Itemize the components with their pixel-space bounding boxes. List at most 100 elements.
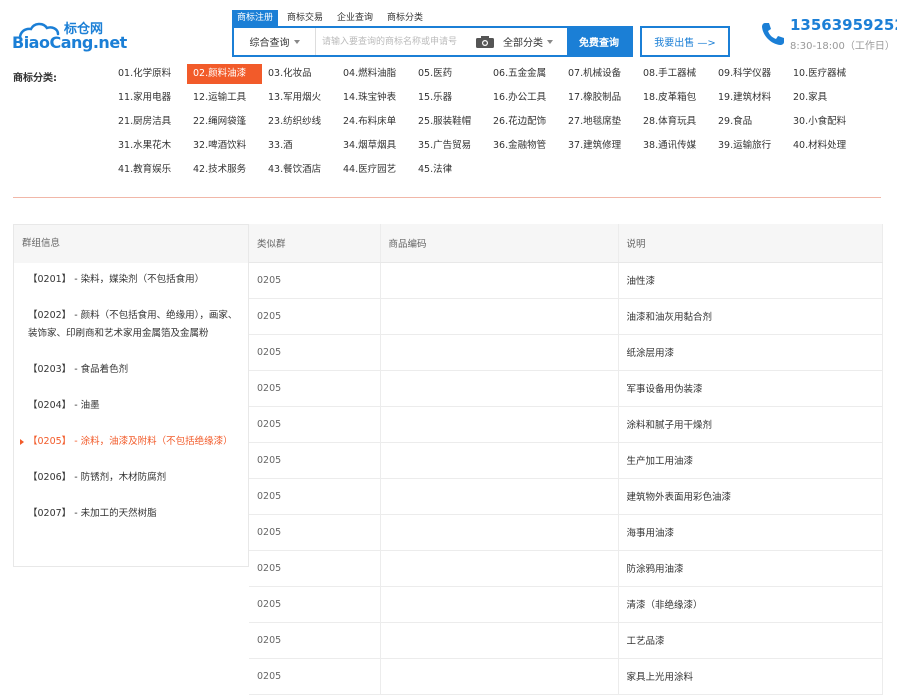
goods-code-cell (380, 370, 619, 407)
category-item[interactable]: 18.皮革箱包 (637, 88, 712, 108)
similar-group-cell: 0205 (249, 514, 381, 551)
category-item[interactable]: 10.医疗器械 (787, 64, 862, 84)
category-item[interactable]: 27.地毯席垫 (562, 112, 637, 132)
group-item[interactable]: 【0203】 - 食品着色剂 (14, 353, 248, 389)
table-row: 0205 油漆和油灰用黏合剂 (249, 298, 883, 335)
category-item[interactable]: 40.材料处理 (787, 136, 862, 156)
description-cell: 家具上光用涂料 (618, 658, 883, 695)
group-item[interactable]: 【0204】 - 油墨 (14, 389, 248, 425)
category-item[interactable]: 34.烟草烟具 (337, 136, 412, 156)
table-row: 0205 工艺品漆 (249, 622, 883, 659)
category-item[interactable]: 45.法律 (412, 160, 487, 180)
goods-code-cell (380, 550, 619, 587)
category-item[interactable]: 23.纺织纱线 (262, 112, 337, 132)
category-item[interactable]: 09.科学仪器 (712, 64, 787, 84)
similar-group-cell: 0205 (249, 262, 381, 299)
group-item[interactable]: 【0202】 - 颜料（不包括食用、绝缘用），画家、装饰家、印刷商和艺术家用金属… (14, 299, 248, 353)
similar-group-cell: 0205 (249, 442, 381, 479)
group-item[interactable]: 【0207】 - 未加工的天然树脂 (14, 497, 248, 533)
description-cell: 海事用油漆 (618, 514, 883, 551)
description-cell: 油漆和油灰用黏合剂 (618, 298, 883, 335)
table-row: 0205 建筑物外表面用彩色油漆 (249, 478, 883, 515)
group-item-label: 【0207】 - 未加工的天然树脂 (28, 508, 157, 519)
category-item[interactable]: 41.教育娱乐 (112, 160, 187, 180)
group-item-label: 【0205】 - 涂料，油漆及附料（不包括绝缘漆） (28, 436, 233, 447)
goods-code-cell (380, 334, 619, 371)
search-box: 综合查询 全部分类 免费查询 (232, 26, 633, 57)
category-title: 商标分类: (13, 73, 57, 84)
phone-number: 13563959252 (790, 16, 897, 34)
category-item[interactable]: 30.小食配料 (787, 112, 862, 132)
category-item[interactable]: 05.医药 (412, 64, 487, 84)
camera-icon[interactable] (475, 35, 495, 49)
category-item[interactable]: 15.乐器 (412, 88, 487, 108)
site-logo[interactable]: 标仓网 BiaoCang.net (6, 8, 127, 52)
category-item[interactable]: 37.建筑修理 (562, 136, 637, 156)
goods-code-cell (380, 442, 619, 479)
tab-trademark-category[interactable]: 商标分类 (382, 10, 428, 26)
table-row: 0205 清漆（非绝缘漆） (249, 586, 883, 623)
category-item[interactable]: 12.运输工具 (187, 88, 262, 108)
category-item[interactable]: 39.运输旅行 (712, 136, 787, 156)
category-item[interactable]: 20.家具 (787, 88, 862, 108)
category-item[interactable]: 13.军用烟火 (262, 88, 337, 108)
column-header-similar-group: 类似群 (249, 224, 381, 263)
sell-button[interactable]: 我要出售 —> (640, 26, 730, 57)
category-item[interactable]: 25.服装鞋帽 (412, 112, 487, 132)
category-item[interactable]: 29.食品 (712, 112, 787, 132)
category-item[interactable]: 32.啤酒饮料 (187, 136, 262, 156)
similar-group-cell: 0205 (249, 658, 381, 695)
similar-group-cell: 0205 (249, 478, 381, 515)
table-row: 0205 海事用油漆 (249, 514, 883, 551)
category-item[interactable]: 08.手工器械 (637, 64, 712, 84)
tab-trademark-trade[interactable]: 商标交易 (282, 10, 328, 26)
category-item[interactable]: 06.五金金属 (487, 64, 562, 84)
category-item[interactable]: 04.燃料油脂 (337, 64, 412, 84)
category-item[interactable]: 28.体育玩具 (637, 112, 712, 132)
group-item[interactable]: 【0201】 - 染料，媒染剂（不包括食用） (14, 263, 248, 299)
category-item[interactable]: 35.广告贸易 (412, 136, 487, 156)
category-item[interactable]: 31.水果花木 (112, 136, 187, 156)
category-item[interactable]: 24.布料床单 (337, 112, 412, 132)
similar-group-cell: 0205 (249, 586, 381, 623)
category-item[interactable]: 17.橡胶制品 (562, 88, 637, 108)
category-item[interactable]: 19.建筑材料 (712, 88, 787, 108)
group-item[interactable]: 【0205】 - 涂料，油漆及附料（不包括绝缘漆） (14, 425, 248, 461)
chevron-down-icon (547, 39, 553, 44)
group-item-label: 【0204】 - 油墨 (28, 400, 100, 411)
category-item[interactable]: 26.花边配饰 (487, 112, 562, 132)
tab-company-query[interactable]: 企业查询 (332, 10, 378, 26)
category-item[interactable]: 38.通讯传媒 (637, 136, 712, 156)
category-item[interactable]: 01.化学原料 (112, 64, 187, 84)
goods-code-cell (380, 514, 619, 551)
category-item[interactable]: 21.厨房洁具 (112, 112, 187, 132)
chevron-down-icon (293, 39, 300, 44)
category-item[interactable]: 36.金融物管 (487, 136, 562, 156)
group-item-label: 【0202】 - 颜料（不包括食用、绝缘用），画家、装饰家、印刷商和艺术家用金属… (28, 310, 238, 339)
category-grid: 01.化学原料 02.颜料油漆 03.化妆品 04.燃料油脂 05.医药 06.五金金属 0… (112, 64, 892, 184)
category-item[interactable]: 42.技术服务 (187, 160, 262, 180)
similar-group-cell: 0205 (249, 298, 381, 335)
category-item[interactable]: 22.绳网袋篷 (187, 112, 262, 132)
group-item-label: 【0206】 - 防锈剂，木材防腐剂 (28, 472, 167, 483)
goods-code-cell (380, 406, 619, 443)
category-item[interactable]: 43.餐饮酒店 (262, 160, 337, 180)
search-input[interactable] (316, 28, 475, 55)
category-item[interactable]: 16.办公工具 (487, 88, 562, 108)
free-search-button[interactable]: 免费查询 (567, 28, 631, 55)
group-item[interactable]: 【0206】 - 防锈剂，木材防腐剂 (14, 461, 248, 497)
search-category-label: 全部分类 (503, 38, 543, 49)
category-item[interactable]: 07.机械设备 (562, 64, 637, 84)
category-item[interactable]: 44.医疗园艺 (337, 160, 412, 180)
category-item[interactable]: 02.颜料油漆 (187, 64, 262, 84)
category-item[interactable]: 11.家用电器 (112, 88, 187, 108)
column-header-goods-code: 商品编码 (380, 224, 619, 263)
search-category-select[interactable]: 全部分类 (503, 34, 567, 49)
goods-code-cell (380, 586, 619, 623)
tab-trademark-register[interactable]: 商标注册 (232, 10, 279, 26)
search-tabs: 商标注册 商标交易 企业查询 商标分类 (232, 10, 432, 26)
search-type-select[interactable]: 综合查询 (234, 28, 316, 55)
category-item[interactable]: 14.珠宝钟表 (337, 88, 412, 108)
category-item[interactable]: 03.化妆品 (262, 64, 337, 84)
category-item[interactable]: 33.酒 (262, 136, 337, 156)
